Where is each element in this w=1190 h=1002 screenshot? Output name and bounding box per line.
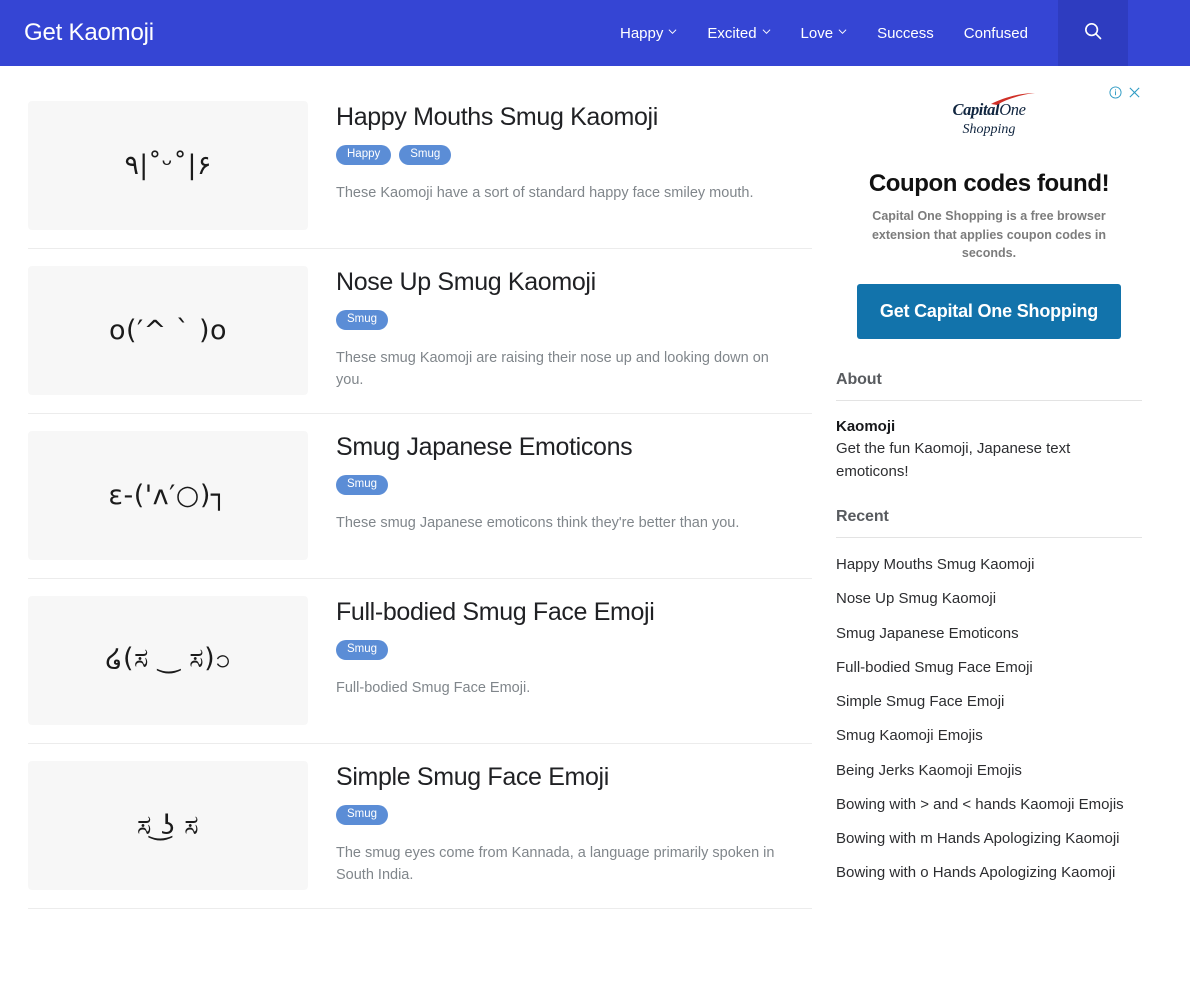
kaomoji-card-body: Full-bodied Smug Face Emoji Smug Full-bo… xyxy=(308,596,812,699)
kaomoji-card-title[interactable]: Nose Up Smug Kaomoji xyxy=(336,268,812,297)
tag-list: Smug xyxy=(336,309,812,330)
ad-controls xyxy=(1109,86,1141,99)
tag-list: Smug xyxy=(336,804,812,825)
kaomoji-text: ε-('ʌ′○)┐ xyxy=(108,480,228,511)
recent-list: Happy Mouths Smug Kaomoji Nose Up Smug K… xyxy=(836,555,1142,884)
kaomoji-preview[interactable]: ಸ ͜ʖ ಸ xyxy=(28,761,308,890)
about-heading: About xyxy=(836,370,882,388)
ad-brand-logo: CapitalOne Shopping xyxy=(836,80,1142,137)
site-header: Get Kaomoji Happy Excited Love Success C… xyxy=(0,0,1190,66)
tag-smug[interactable]: Smug xyxy=(399,144,452,165)
nav-item-excited[interactable]: Excited xyxy=(707,26,770,41)
kaomoji-card-title[interactable]: Smug Japanese Emoticons xyxy=(336,433,812,462)
kaomoji-card-body: Happy Mouths Smug Kaomoji Happy Smug The… xyxy=(308,101,812,204)
nav-item-label: Success xyxy=(877,24,934,42)
nav-item-confused[interactable]: Confused xyxy=(964,26,1028,41)
ad-headline: Coupon codes found! xyxy=(868,170,1110,197)
swoosh-icon xyxy=(990,92,1036,106)
page-body: ٩|˚ᵕ˚|۶ Happy Mouths Smug Kaomoji Happy … xyxy=(0,66,1190,909)
info-icon[interactable] xyxy=(1109,86,1122,99)
advertisement: CapitalOne Shopping Coupon codes found! … xyxy=(836,80,1142,345)
ad-brand-tagline: Shopping xyxy=(962,122,1016,137)
recent-list-item[interactable]: Nose Up Smug Kaomoji xyxy=(836,589,1142,609)
ad-cta-button[interactable]: Get Capital One Shopping xyxy=(857,283,1121,339)
tag-list: Smug xyxy=(336,639,812,660)
kaomoji-text: ໒(ಸ ‿ ಸ)၁ xyxy=(105,642,231,674)
kaomoji-card: o(′^ ` )o Nose Up Smug Kaomoji Smug Thes… xyxy=(28,249,812,414)
recent-list-item[interactable]: Full-bodied Smug Face Emoji xyxy=(836,658,1142,678)
tag-list: Smug xyxy=(336,474,812,495)
nav-item-label: Confused xyxy=(963,24,1028,42)
recent-list-item[interactable]: Smug Japanese Emoticons xyxy=(836,624,1142,644)
recent-list-item[interactable]: Being Jerks Kaomoji Emojis xyxy=(836,761,1142,781)
recent-list-item[interactable]: Bowing with > and < hands Kaomoji Emojis xyxy=(836,795,1142,815)
kaomoji-card: ε-('ʌ′○)┐ Smug Japanese Emoticons Smug T… xyxy=(28,414,812,579)
kaomoji-card: ٩|˚ᵕ˚|۶ Happy Mouths Smug Kaomoji Happy … xyxy=(28,88,812,249)
kaomoji-text: ಸ ͜ʖ ಸ xyxy=(136,809,200,841)
kaomoji-list: ٩|˚ᵕ˚|۶ Happy Mouths Smug Kaomoji Happy … xyxy=(28,66,812,909)
ad-subtext: Capital One Shopping is a free browser e… xyxy=(871,209,1107,260)
tag-smug[interactable]: Smug xyxy=(336,309,389,330)
recent-list-item[interactable]: Simple Smug Face Emoji xyxy=(836,692,1142,712)
kaomoji-card-description: The smug eyes come from Kannada, a langu… xyxy=(336,844,775,884)
main-navigation: Happy Excited Love Success Confused xyxy=(590,0,1190,66)
kaomoji-card: ಸ ͜ʖ ಸ Simple Smug Face Emoji Smug The s… xyxy=(28,744,812,909)
chevron-down-icon xyxy=(838,27,847,36)
kaomoji-card-title[interactable]: Simple Smug Face Emoji xyxy=(336,763,812,792)
divider xyxy=(836,537,1142,539)
recent-list-item[interactable]: Bowing with m Hands Apologizing Kaomoji xyxy=(836,829,1142,849)
tag-smug[interactable]: Smug xyxy=(336,639,389,660)
nav-item-success[interactable]: Success xyxy=(877,26,934,41)
nav-item-happy[interactable]: Happy xyxy=(620,26,677,41)
recent-list-item[interactable]: Smug Kaomoji Emojis xyxy=(836,726,1142,746)
kaomoji-card-description: These smug Japanese emoticons think they… xyxy=(336,514,740,531)
kaomoji-card-body: Smug Japanese Emoticons Smug These smug … xyxy=(308,431,812,534)
kaomoji-text: ٩|˚ᵕ˚|۶ xyxy=(124,150,212,181)
recent-heading: Recent xyxy=(836,508,889,526)
about-section: About Kaomoji Get the fun Kaomoji, Japan… xyxy=(836,371,1142,484)
tag-happy[interactable]: Happy xyxy=(336,144,392,165)
kaomoji-card-description: These Kaomoji have a sort of standard ha… xyxy=(336,184,754,201)
kaomoji-card-body: Simple Smug Face Emoji Smug The smug eye… xyxy=(308,761,812,887)
nav-item-label: Happy xyxy=(619,24,664,42)
kaomoji-card-description: Full-bodied Smug Face Emoji. xyxy=(336,679,531,696)
kaomoji-preview[interactable]: ໒(ಸ ‿ ಸ)၁ xyxy=(28,596,308,725)
kaomoji-card-title[interactable]: Full-bodied Smug Face Emoji xyxy=(336,598,812,627)
about-description: Get the fun Kaomoji, Japanese text emoti… xyxy=(836,439,1071,481)
recent-list-item[interactable]: Happy Mouths Smug Kaomoji xyxy=(836,555,1142,575)
capital-one-wordmark: CapitalOne xyxy=(952,93,1035,120)
kaomoji-card-title[interactable]: Happy Mouths Smug Kaomoji xyxy=(336,103,812,132)
divider xyxy=(836,399,1142,401)
kaomoji-preview[interactable]: o(′^ ` )o xyxy=(28,266,308,395)
nav-item-love[interactable]: Love xyxy=(801,26,848,41)
tag-smug[interactable]: Smug xyxy=(336,804,389,825)
kaomoji-text: o(′^ ` )o xyxy=(108,315,228,346)
nav-item-label: Love xyxy=(800,24,834,42)
kaomoji-preview[interactable]: ε-('ʌ′○)┐ xyxy=(28,431,308,560)
site-logo[interactable]: Get Kaomoji xyxy=(24,21,154,45)
chevron-down-icon xyxy=(762,27,771,36)
recent-section: Recent Happy Mouths Smug Kaomoji Nose Up… xyxy=(836,508,1142,884)
tag-list: Happy Smug xyxy=(336,144,812,165)
tag-smug[interactable]: Smug xyxy=(336,474,389,495)
kaomoji-preview[interactable]: ٩|˚ᵕ˚|۶ xyxy=(28,101,308,230)
sidebar: CapitalOne Shopping Coupon codes found! … xyxy=(836,66,1142,909)
kaomoji-card-body: Nose Up Smug Kaomoji Smug These smug Kao… xyxy=(308,266,812,392)
kaomoji-card: ໒(ಸ ‿ ಸ)၁ Full-bodied Smug Face Emoji Sm… xyxy=(28,579,812,744)
kaomoji-card-description: These smug Kaomoji are raising their nos… xyxy=(336,349,769,389)
nav-item-label: Excited xyxy=(707,24,757,42)
about-site-name: Kaomoji xyxy=(836,417,896,435)
search-button[interactable] xyxy=(1058,0,1128,66)
search-icon xyxy=(1082,20,1104,47)
chevron-down-icon xyxy=(668,27,677,36)
recent-list-item[interactable]: Bowing with o Hands Apologizing Kaomoji xyxy=(836,863,1142,883)
close-icon[interactable] xyxy=(1128,86,1141,99)
